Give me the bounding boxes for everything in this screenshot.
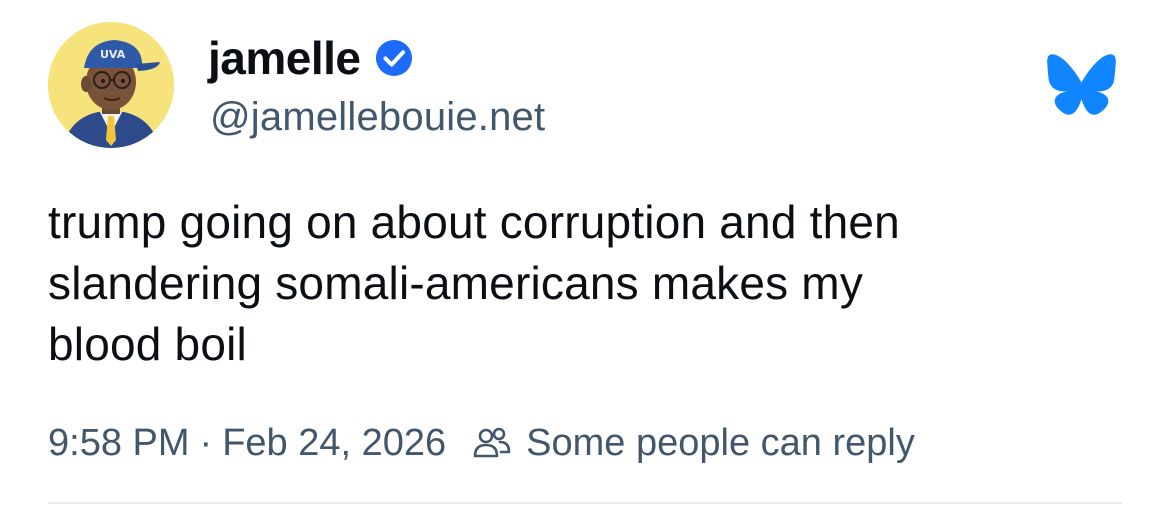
avatar-cap-text: UVA bbox=[100, 48, 126, 61]
post-date[interactable]: Feb 24, 2026 bbox=[222, 422, 446, 465]
avatar[interactable]: UVA bbox=[48, 22, 174, 148]
post-card[interactable]: UVA jamelle @jamellebouie.net trump goin… bbox=[0, 0, 1170, 505]
meta-separator: · bbox=[199, 421, 213, 464]
author-display-name[interactable]: jamelle bbox=[208, 35, 361, 81]
avatar-illustration: UVA bbox=[48, 22, 174, 148]
author-handle[interactable]: @jamellebouie.net bbox=[210, 95, 545, 139]
post-text: trump going on about corruption and then… bbox=[48, 196, 900, 370]
divider bbox=[48, 502, 1122, 504]
author-name-row: jamelle bbox=[208, 28, 413, 88]
post-meta-row: 9:58 PM · Feb 24, 2026 Some people can r… bbox=[48, 418, 915, 468]
post-time[interactable]: 9:58 PM bbox=[48, 422, 190, 465]
verified-check-icon bbox=[375, 39, 412, 77]
reply-setting-label[interactable]: Some people can reply bbox=[526, 422, 915, 465]
bluesky-butterfly-icon[interactable] bbox=[1046, 53, 1117, 116]
people-icon bbox=[473, 427, 511, 458]
